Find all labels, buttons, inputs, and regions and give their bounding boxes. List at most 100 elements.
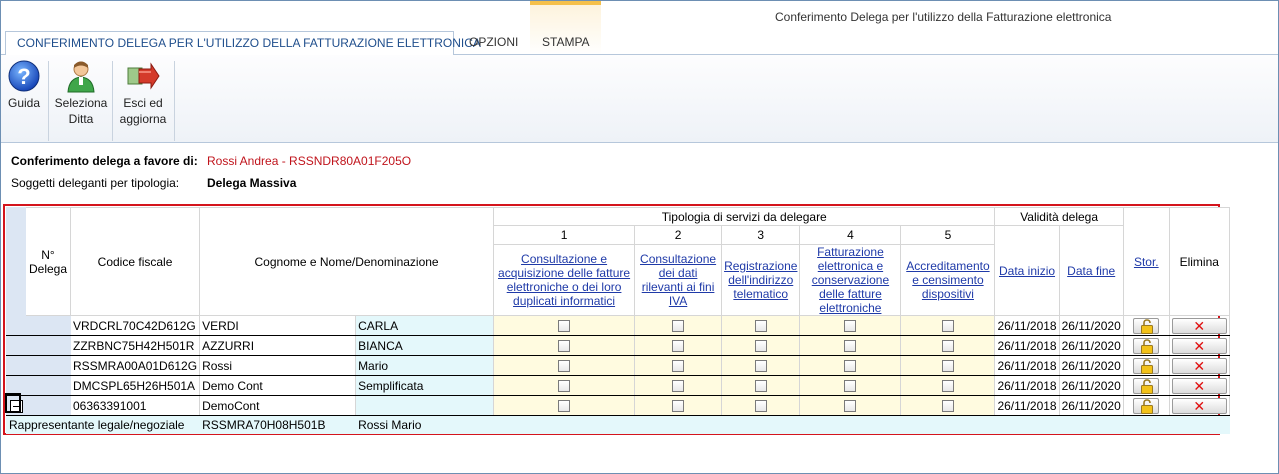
cognome-cell[interactable]: Rossi — [199, 355, 357, 376]
service-1-checkbox[interactable] — [558, 360, 571, 373]
ribbon-tabs: CONFERIMENTO DELEGA PER L'UTILIZZO DELLA… — [1, 31, 1278, 56]
tab-opzioni[interactable]: OPZIONI — [458, 31, 529, 55]
data-inizio-cell[interactable]: 26/11/2018 — [994, 355, 1060, 376]
service-5-cell — [900, 375, 996, 396]
table-row[interactable]: DMCSPL65H26H501A Demo Cont Semplificata 26/… — [6, 375, 1230, 396]
cognome-cell[interactable]: VERDI — [199, 315, 357, 336]
service-3-cell — [721, 395, 801, 416]
service-2-checkbox[interactable] — [672, 340, 685, 353]
row-selector[interactable] — [6, 335, 26, 356]
conferimento-value: Rossi Andrea - RSSNDR80A01F205O — [207, 154, 412, 168]
service-1-checkbox[interactable] — [558, 320, 571, 333]
codice-fiscale-cell[interactable]: RSSMRA00A01D612G — [69, 355, 201, 376]
service-5-cell — [900, 355, 996, 376]
stor-button[interactable] — [1133, 397, 1160, 414]
service-3-checkbox[interactable] — [754, 380, 767, 393]
stor-button[interactable] — [1133, 337, 1160, 354]
elimina-button[interactable]: ✕ — [1171, 377, 1227, 394]
stor-cell — [1122, 315, 1170, 336]
header-service-1[interactable]: Consultazione e acquisizione delle fattu… — [493, 244, 636, 316]
stor-button[interactable] — [1133, 317, 1160, 334]
service-2-checkbox[interactable] — [672, 320, 685, 333]
service-4-checkbox[interactable] — [844, 320, 857, 333]
service-3-checkbox[interactable] — [754, 340, 767, 353]
stor-button[interactable] — [1133, 377, 1160, 394]
service-4-checkbox[interactable] — [844, 380, 857, 393]
header-data-fine[interactable]: Data fine — [1058, 225, 1124, 316]
row-selector[interactable] — [6, 315, 26, 336]
data-fine-cell[interactable]: 26/11/2020 — [1058, 375, 1124, 396]
service-5-checkbox[interactable] — [941, 320, 954, 333]
data-inizio-cell[interactable]: 26/11/2018 — [994, 315, 1060, 336]
table-row[interactable]: 06363391001 DemoCont 26/11/2018 26/11/2020 ✕ — [6, 395, 1230, 416]
data-fine-cell[interactable]: 26/11/2020 — [1058, 315, 1124, 336]
service-5-checkbox[interactable] — [941, 380, 954, 393]
nome-cell[interactable] — [355, 395, 495, 416]
header-stor[interactable]: Stor. — [1122, 207, 1170, 316]
data-fine-cell[interactable]: 26/11/2020 — [1058, 355, 1124, 376]
service-5-checkbox[interactable] — [941, 400, 954, 413]
service-2-cell — [634, 355, 723, 376]
codice-fiscale-cell[interactable]: VRDCRL70C42D612G — [69, 315, 201, 336]
service-4-checkbox[interactable] — [844, 400, 857, 413]
conferimento-label: Conferimento delega a favore di: — [11, 154, 198, 168]
header-data-inizio[interactable]: Data inizio — [994, 225, 1060, 316]
cognome-cell[interactable]: Demo Cont — [199, 375, 357, 396]
cognome-cell[interactable]: AZZURRI — [199, 335, 357, 356]
service-2-cell — [634, 315, 723, 336]
tab-stampa[interactable]: STAMPA — [531, 31, 601, 55]
stor-button[interactable] — [1133, 357, 1160, 374]
service-3-checkbox[interactable] — [754, 360, 767, 373]
data-inizio-cell[interactable]: 26/11/2018 — [994, 395, 1060, 416]
nome-cell[interactable]: Mario — [355, 355, 495, 376]
elimina-button[interactable]: ✕ — [1171, 397, 1227, 414]
delete-x-icon: ✕ — [1193, 397, 1206, 414]
codice-fiscale-cell[interactable]: DMCSPL65H26H501A — [69, 375, 201, 396]
service-5-checkbox[interactable] — [941, 360, 954, 373]
header-service-number: 3 — [721, 225, 801, 245]
table-row[interactable]: RSSMRA00A01D612G Rossi Mario 26/11/2018 26/1… — [6, 355, 1230, 376]
header-service-2[interactable]: Consultazione dei dati rilevanti ai fini… — [634, 244, 723, 316]
data-inizio-cell[interactable]: 26/11/2018 — [994, 375, 1060, 396]
codice-fiscale-cell[interactable]: 06363391001 — [69, 395, 201, 416]
data-fine-cell[interactable]: 26/11/2020 — [1058, 395, 1124, 416]
header-service-4[interactable]: Fatturazione elettronica e conservazione… — [799, 244, 902, 316]
elimina-button[interactable]: ✕ — [1171, 317, 1227, 334]
row-selector[interactable] — [6, 355, 26, 376]
nome-cell[interactable]: CARLA — [355, 315, 495, 336]
header-service-5[interactable]: Accreditamento e censimento dispositivi — [900, 244, 996, 316]
service-2-checkbox[interactable] — [672, 400, 685, 413]
elimina-cell: ✕ — [1168, 355, 1230, 376]
service-4-cell — [799, 395, 902, 416]
stor-cell — [1122, 335, 1170, 356]
service-3-checkbox[interactable] — [754, 400, 767, 413]
data-inizio-cell[interactable]: 26/11/2018 — [994, 335, 1060, 356]
service-1-checkbox[interactable] — [558, 380, 571, 393]
cognome-cell[interactable]: DemoCont — [199, 395, 357, 416]
service-5-checkbox[interactable] — [941, 340, 954, 353]
service-2-checkbox[interactable] — [672, 380, 685, 393]
representative-cf: RSSMRA70H08H501B — [199, 415, 357, 434]
guida-button[interactable]: ? Guida — [5, 59, 43, 111]
service-3-checkbox[interactable] — [754, 320, 767, 333]
table-row[interactable]: ZZRBNC75H42H501R AZZURRI BIANCA 26/11/2018 2… — [6, 335, 1230, 356]
elimina-button[interactable]: ✕ — [1171, 337, 1227, 354]
service-1-checkbox[interactable] — [558, 400, 571, 413]
service-4-checkbox[interactable] — [844, 360, 857, 373]
esci-aggiorna-button[interactable]: Esci ed aggiorna — [115, 59, 171, 127]
nome-cell[interactable]: BIANCA — [355, 335, 495, 356]
service-1-checkbox[interactable] — [558, 340, 571, 353]
codice-fiscale-cell[interactable]: ZZRBNC75H42H501R — [69, 335, 201, 356]
seleziona-ditta-button[interactable]: Seleziona Ditta — [53, 59, 109, 127]
tab-conferimento-delega[interactable]: CONFERIMENTO DELEGA PER L'UTILIZZO DELLA… — [5, 31, 481, 56]
service-4-checkbox[interactable] — [844, 340, 857, 353]
row-selector-header — [6, 207, 26, 316]
data-fine-cell[interactable]: 26/11/2020 — [1058, 335, 1124, 356]
delete-x-icon: ✕ — [1193, 377, 1206, 394]
service-2-checkbox[interactable] — [672, 360, 685, 373]
n-delega-cell — [25, 355, 71, 376]
nome-cell[interactable]: Semplificata — [355, 375, 495, 396]
header-service-3[interactable]: Registrazione dell'indirizzo telematico — [721, 244, 801, 316]
table-row[interactable]: VRDCRL70C42D612G VERDI CARLA 26/11/2018 26/1… — [6, 315, 1230, 336]
elimina-button[interactable]: ✕ — [1171, 357, 1227, 374]
